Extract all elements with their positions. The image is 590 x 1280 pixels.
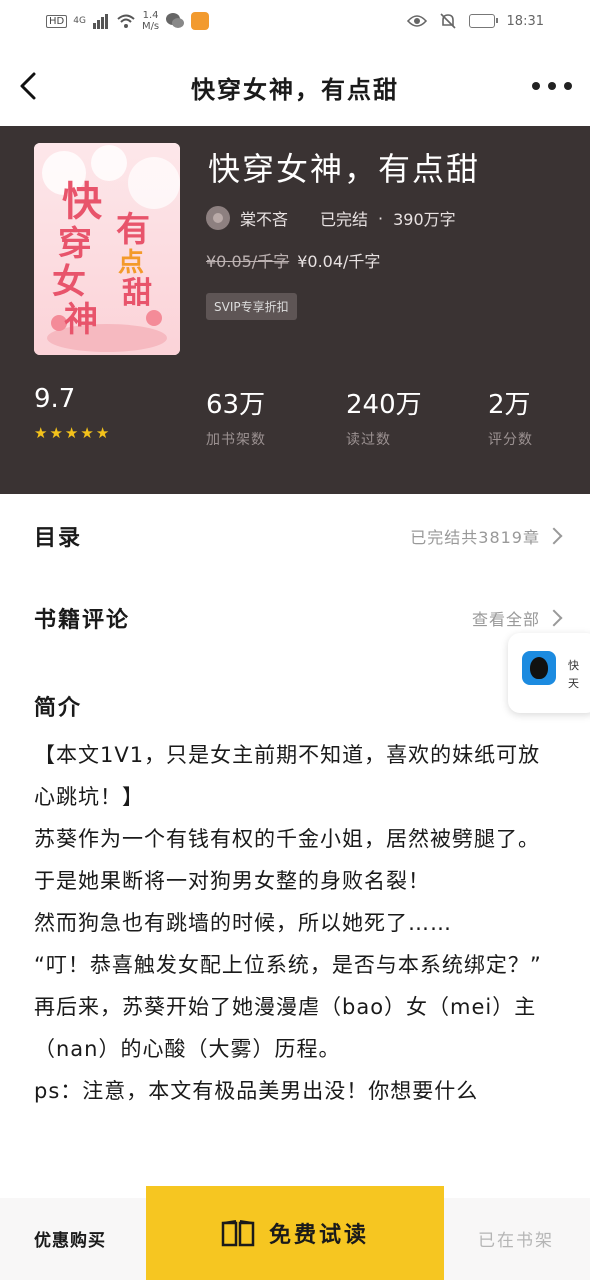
stat-ratings: 2万 评分数 — [488, 384, 533, 449]
book-title: 快穿女神，有点甜 — [208, 150, 481, 188]
hd-badge: HD — [46, 14, 68, 28]
battery-icon — [468, 14, 498, 28]
ratings-label: 评分数 — [488, 432, 533, 448]
cover-char: 点 — [118, 247, 144, 278]
ratings-count: 2万 — [488, 390, 531, 420]
cover-char: 有 — [116, 210, 150, 250]
floating-line2: 天 — [568, 677, 579, 690]
book-header: 快 穿 女 神 有 点 甜 快穿女神，有点甜 棠不吝 已完结 · 390万字 ¥… — [0, 126, 590, 494]
intro-paragraph: 再后来，苏葵开始了她漫漫虐（bao）女（mei）主（nan）的心酸（大雾）历程。 — [34, 995, 537, 1061]
star-icon: ★ — [49, 424, 63, 442]
intro-text: 【本文1V1，只是女主前期不知道，喜欢的妹纸可放心跳坑！】 苏葵作为一个有钱有权… — [34, 734, 558, 1112]
app-icon — [191, 12, 210, 30]
free-trial-button[interactable]: 免费试读 — [146, 1186, 444, 1280]
clock: 18:31 — [506, 13, 544, 29]
wechat-icon — [166, 13, 185, 28]
meta-separator: · — [378, 208, 384, 228]
network-label: 4G — [73, 16, 86, 26]
intro-paragraph: 苏葵作为一个有钱有权的千金小姐，居然被劈腿了。于是她果断将一对狗男女整的身败名裂… — [34, 827, 540, 893]
read-count: 240万 — [346, 390, 422, 420]
rating-value: 9.7 — [34, 384, 76, 414]
toc-label: 目录 — [34, 526, 83, 551]
svip-badge[interactable]: SVIP专享折扣 — [206, 293, 297, 320]
status-right: 18:31 — [406, 12, 544, 30]
view-all-label: 查看全部 — [471, 610, 540, 629]
chevron-right-icon — [545, 609, 563, 627]
cover-char: 快 — [62, 179, 103, 225]
wifi-icon — [117, 14, 135, 28]
mute-icon — [439, 13, 456, 29]
chevron-right-icon — [545, 527, 563, 545]
status-bar: HD 4G 1.4 M/s 18:31 — [0, 0, 590, 48]
star-icon: ★ — [64, 424, 79, 442]
cover-char: 女 — [52, 262, 86, 302]
reviews-label: 书籍评论 — [34, 608, 131, 633]
star-icon: ★ — [34, 424, 48, 442]
intro-paragraph: 【本文1V1，只是女主前期不知道，喜欢的妹纸可放心跳坑！】 — [34, 743, 541, 809]
book-meta: 棠不吝 已完结 · 390万字 — [206, 206, 456, 230]
reviews-row[interactable]: 书籍评论 查看全部 — [0, 598, 590, 638]
star-icon: ★ — [95, 424, 110, 442]
floating-text: 快 天 — [568, 657, 579, 693]
reviews-view-all[interactable]: 查看全部 — [471, 606, 563, 630]
bottom-action-bar: 优惠购买 免费试读 已在书架 — [0, 1186, 590, 1280]
in-shelf-button[interactable]: 已在书架 — [478, 1226, 554, 1251]
discount-buy-button[interactable]: 优惠购买 — [34, 1226, 106, 1251]
status-left: HD 4G 1.4 M/s — [46, 10, 210, 32]
free-trial-label: 免费试读 — [268, 1223, 369, 1248]
cover-char: 神 — [64, 300, 98, 340]
book-status: 已完结 — [320, 210, 369, 229]
toc-chapter-count: 已完结共3819章 — [410, 528, 540, 547]
stat-shelf: 63万 加书架数 — [206, 384, 266, 449]
shelf-count: 63万 — [206, 390, 266, 420]
eye-icon — [406, 15, 427, 27]
toc-row[interactable]: 目录 已完结共3819章 — [0, 516, 590, 556]
more-dots-icon[interactable] — [532, 72, 572, 100]
toc-info[interactable]: 已完结共3819章 — [410, 524, 563, 548]
floating-qq-widget[interactable]: 快 天 — [508, 633, 590, 713]
net-speed: 1.4 M/s — [142, 10, 159, 32]
intro-paragraph: ps：注意，本文有极品美男出没！你想要什么 — [34, 1079, 479, 1103]
rating-stars: ★ ★ ★ ★ ★ — [34, 424, 109, 442]
speed-value: 1.4 — [142, 10, 159, 21]
cover-char: 甜 — [122, 276, 152, 311]
open-book-icon — [221, 1220, 255, 1247]
nav-title: 快穿女神，有点甜 — [191, 76, 399, 104]
intro-paragraph: “叮！恭喜触发女配上位系统，是否与本系统绑定？” — [34, 953, 542, 977]
cover-char: 穿 — [58, 224, 92, 264]
stats-row: 9.7 ★ ★ ★ ★ ★ 63万 加书架数 240万 读过数 2万 评分数 — [0, 384, 590, 454]
price-discount: ¥0.04/千字 — [297, 252, 381, 271]
star-icon: ★ — [80, 424, 94, 442]
author-name[interactable]: 棠不吝 — [240, 206, 288, 230]
nav-bar: 快穿女神，有点甜 — [0, 48, 590, 126]
shelf-label: 加书架数 — [206, 432, 266, 448]
price-original: ¥0.05/千字 — [206, 252, 290, 271]
signal-icon — [92, 14, 108, 29]
word-count: 390万字 — [393, 210, 456, 229]
cover-art: 快 穿 女 神 有 点 甜 — [34, 143, 180, 355]
intro-label: 简介 — [34, 696, 83, 721]
stat-rating: 9.7 ★ ★ ★ ★ ★ — [34, 384, 109, 442]
stat-read: 240万 读过数 — [346, 384, 422, 449]
author-avatar[interactable] — [206, 206, 230, 230]
floating-line1: 快 — [568, 659, 579, 672]
book-cover[interactable]: 快 穿 女 神 有 点 甜 — [34, 143, 180, 355]
intro-paragraph: 然而狗急也有跳墙的时候，所以她死了…… — [34, 911, 452, 935]
qq-icon — [522, 651, 556, 685]
read-label: 读过数 — [346, 432, 391, 448]
speed-unit: M/s — [141, 21, 160, 32]
price-row: ¥0.05/千字 ¥0.04/千字 — [206, 248, 380, 272]
